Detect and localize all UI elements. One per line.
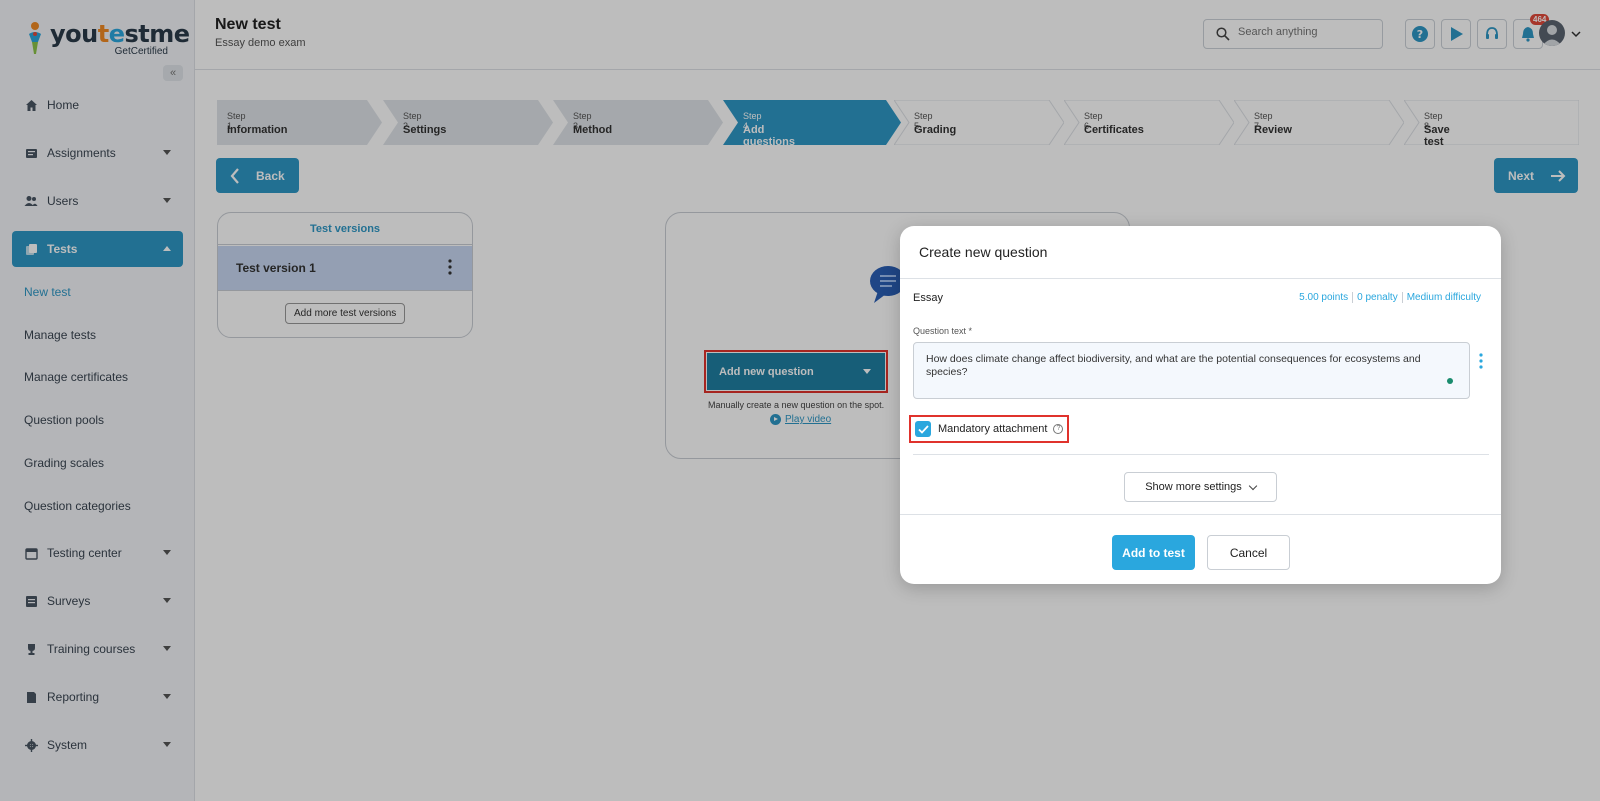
chevron-down-icon <box>1248 481 1258 490</box>
points-link[interactable]: 5.00 points <box>1295 292 1352 303</box>
penalty-link[interactable]: 0 penalty <box>1352 292 1402 303</box>
question-text-label: Question text * <box>913 326 973 336</box>
kebab-menu-icon[interactable] <box>1479 353 1483 369</box>
show-more-settings-button[interactable]: Show more settings <box>1124 472 1277 502</box>
question-meta: 5.00 points 0 penalty Medium difficulty <box>1295 292 1485 303</box>
question-text-field[interactable]: How does climate change affect biodivers… <box>913 342 1470 399</box>
mandatory-attachment-checkbox[interactable]: Mandatory attachment ? <box>909 415 1069 443</box>
difficulty-link[interactable]: Medium difficulty <box>1401 292 1485 303</box>
question-text-value: How does climate change affect biodivers… <box>926 353 1421 378</box>
show-more-settings-label: Show more settings <box>1145 481 1242 493</box>
help-circle-icon[interactable]: ? <box>1053 424 1064 434</box>
mandatory-attachment-label: Mandatory attachment <box>938 423 1048 435</box>
status-dot-icon <box>1447 378 1453 384</box>
divider <box>913 454 1489 455</box>
cancel-button[interactable]: Cancel <box>1207 535 1290 570</box>
divider <box>900 514 1501 515</box>
divider <box>900 278 1501 279</box>
create-question-modal: Create new question Essay 5.00 points 0 … <box>900 226 1501 584</box>
checkbox-checked-icon[interactable] <box>915 421 931 437</box>
add-to-test-button[interactable]: Add to test <box>1112 535 1195 570</box>
question-type: Essay <box>913 292 943 304</box>
modal-title: Create new question <box>919 244 1048 260</box>
